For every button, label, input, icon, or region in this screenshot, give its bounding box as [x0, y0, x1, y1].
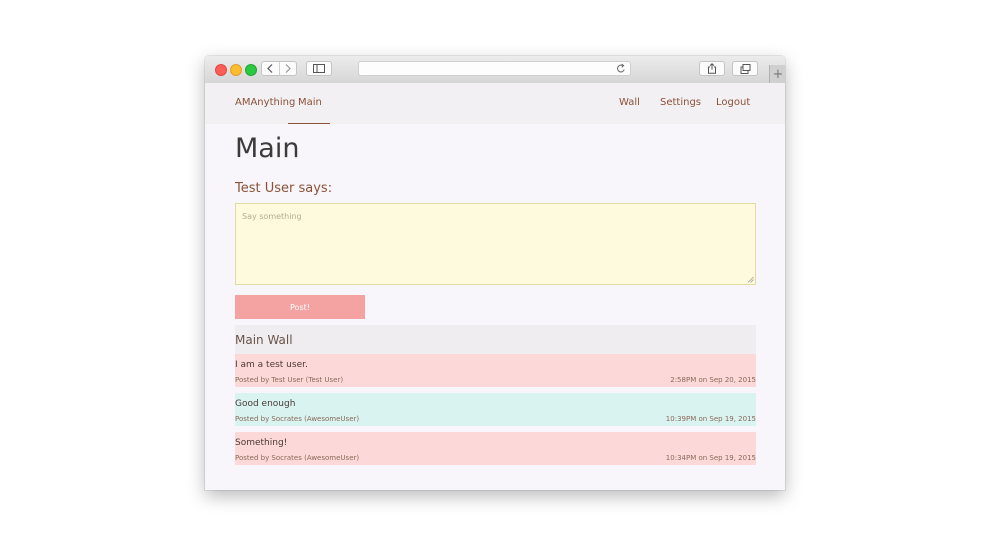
- browser-toolbar: +: [205, 56, 785, 84]
- wall-post: Good enough Posted by Socrates (AwesomeU…: [235, 393, 756, 426]
- wall-header: Main Wall: [235, 325, 756, 354]
- share-icon: [708, 63, 716, 74]
- minimize-window-button[interactable]: [230, 64, 242, 76]
- post-text: I am a test user.: [235, 360, 308, 370]
- address-bar[interactable]: [358, 61, 631, 76]
- chevron-right-icon: [285, 64, 291, 73]
- zoom-window-button[interactable]: [245, 64, 257, 76]
- site-navbar: AMAnything Main Wall Settings Logout: [205, 83, 785, 124]
- tabs-icon: [740, 63, 750, 74]
- post-timestamp: 10:39PM on Sep 19, 2015: [665, 415, 756, 423]
- page-title: Main: [235, 133, 300, 164]
- history-nav-group: [261, 61, 297, 76]
- post-timestamp: 10:34PM on Sep 19, 2015: [665, 454, 756, 462]
- wall-title: Main Wall: [235, 332, 293, 347]
- post-textarea[interactable]: [235, 203, 756, 285]
- forward-button[interactable]: [278, 62, 297, 75]
- post-text: Good enough: [235, 399, 296, 409]
- wall-post: Something! Posted by Socrates (AwesomeUs…: [235, 432, 756, 465]
- chevron-left-icon: [267, 64, 273, 73]
- sidebar-icon: [313, 64, 325, 73]
- nav-wall-link[interactable]: Wall: [619, 97, 640, 108]
- back-button[interactable]: [262, 62, 279, 75]
- nav-logout-link[interactable]: Logout: [716, 97, 750, 108]
- post-button[interactable]: Post!: [235, 295, 365, 319]
- post-author: Posted by Socrates (AwesomeUser): [235, 454, 360, 462]
- sidebar-toggle-button[interactable]: [306, 61, 332, 76]
- post-author: Posted by Socrates (AwesomeUser): [235, 415, 360, 423]
- active-nav-indicator: [288, 123, 330, 124]
- nav-main-link[interactable]: Main: [298, 97, 322, 108]
- post-timestamp: 2:58PM on Sep 20, 2015: [670, 376, 756, 384]
- resize-grip-icon[interactable]: [747, 276, 754, 283]
- browser-window: + AMAnything Main Wall Settings Logout M…: [205, 56, 785, 490]
- post-author: Posted by Test User (Test User): [235, 376, 344, 384]
- main-wall: Main Wall I am a test user. Posted by Te…: [235, 325, 756, 471]
- brand-link[interactable]: AMAnything: [235, 97, 295, 108]
- new-tab-button[interactable]: +: [769, 65, 785, 83]
- reload-icon[interactable]: [616, 63, 626, 74]
- nav-settings-link[interactable]: Settings: [660, 97, 701, 108]
- post-text: Something!: [235, 438, 288, 448]
- show-tabs-button[interactable]: [732, 61, 758, 76]
- post-prompt-label: Test User says:: [235, 181, 333, 196]
- wall-post: I am a test user. Posted by Test User (T…: [235, 354, 756, 387]
- close-window-button[interactable]: [215, 64, 227, 76]
- share-button[interactable]: [699, 61, 725, 76]
